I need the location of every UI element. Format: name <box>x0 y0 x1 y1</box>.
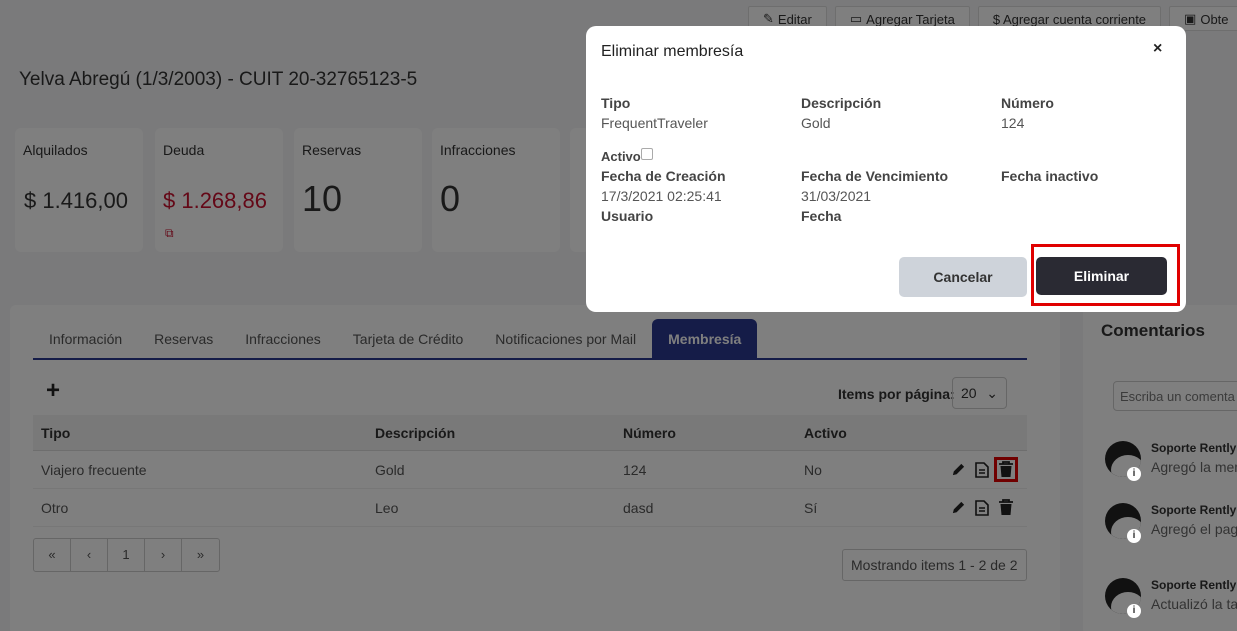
tipo-label: Tipo <box>601 95 631 111</box>
numero-label: Número <box>1001 95 1054 111</box>
delete-button[interactable]: Eliminar <box>1036 257 1167 295</box>
activo-label: Activo <box>601 149 641 164</box>
numero-value: 124 <box>1001 115 1025 131</box>
creacion-value: 17/3/2021 02:25:41 <box>601 188 722 204</box>
delete-membership-modal: Eliminar membresía × Tipo FrequentTravel… <box>586 26 1186 312</box>
activo-checkbox <box>641 148 653 160</box>
descripcion-label: Descripción <box>801 95 882 111</box>
creacion-label: Fecha de Creación <box>601 168 726 184</box>
vencimiento-label: Fecha de Vencimiento <box>801 168 949 184</box>
descripcion-value: Gold <box>801 115 831 131</box>
inactivo-label: Fecha inactivo <box>1001 168 1099 184</box>
tipo-value: FrequentTraveler <box>601 115 708 131</box>
info-icon: i <box>1127 604 1141 618</box>
close-icon[interactable]: × <box>1153 40 1162 58</box>
info-icon: i <box>1127 529 1141 543</box>
vencimiento-value: 31/03/2021 <box>801 188 872 204</box>
info-icon: i <box>1127 467 1141 481</box>
cancel-button[interactable]: Cancelar <box>899 257 1027 297</box>
fecha-label: Fecha <box>801 208 842 224</box>
modal-title: Eliminar membresía <box>601 43 744 60</box>
usuario-label: Usuario <box>601 208 654 224</box>
